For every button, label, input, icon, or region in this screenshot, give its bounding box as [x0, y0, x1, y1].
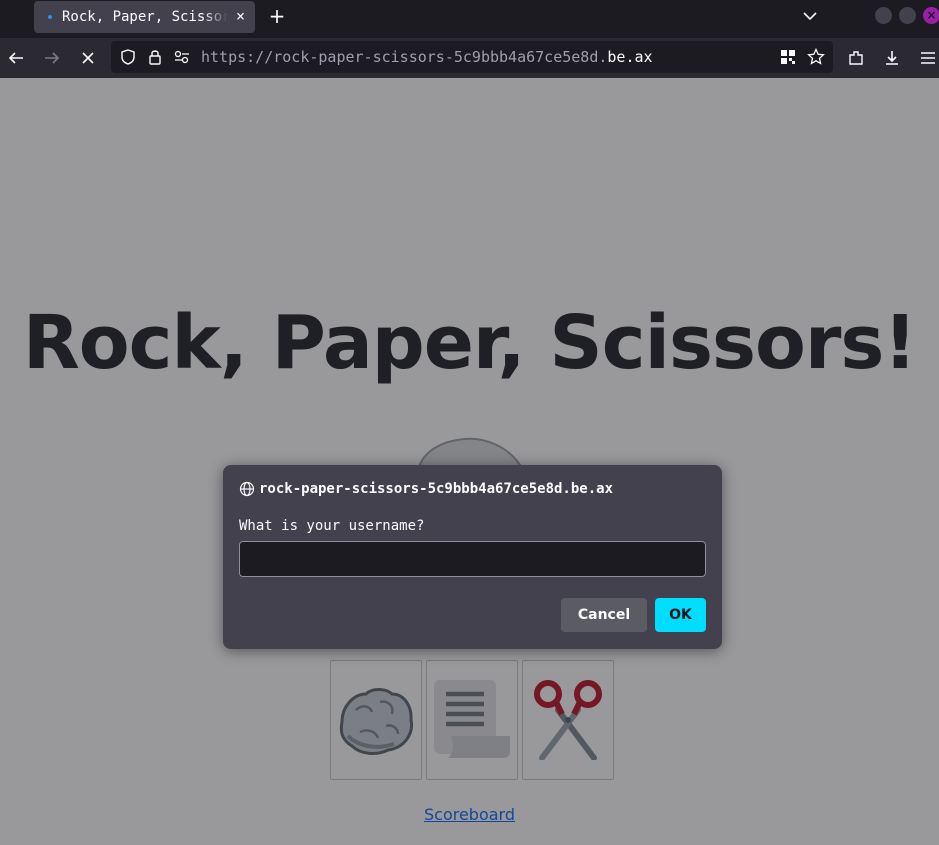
dialog-message: What is your username?: [239, 518, 425, 534]
ok-button[interactable]: OK: [655, 598, 706, 632]
permissions-icon[interactable]: [173, 49, 191, 65]
prompt-dialog: rock-paper-scissors-5c9bbb4a67ce5e8d.be.…: [223, 465, 722, 649]
download-icon: [886, 51, 898, 65]
downloads-button[interactable]: [882, 48, 902, 68]
username-input[interactable]: [239, 541, 706, 577]
stop-button[interactable]: [78, 48, 98, 68]
dialog-origin-text: rock-paper-scissors-5c9bbb4a67ce5e8d.be.…: [259, 481, 614, 497]
url-text[interactable]: https://rock-paper-scissors-5c9bbb4a67ce…: [201, 48, 653, 66]
list-all-tabs-button[interactable]: [800, 6, 820, 26]
navigation-bar: https://rock-paper-scissors-5c9bbb4a67ce…: [0, 38, 939, 78]
tab-strip: Rock, Paper, Scissors! × + ×: [0, 0, 939, 38]
chevron-down-icon: [803, 12, 817, 21]
arrow-right-icon: [45, 52, 60, 64]
lock-icon[interactable]: [147, 48, 163, 66]
modal-backdrop: [0, 78, 939, 845]
window-minimize-button[interactable]: [875, 7, 892, 24]
page-content: Rock, Paper, Scissors! Scoreboard: [0, 78, 939, 845]
tab-title: Rock, Paper, Scissors!: [62, 9, 228, 25]
dialog-origin: rock-paper-scissors-5c9bbb4a67ce5e8d.be.…: [239, 481, 613, 497]
close-icon: [82, 52, 94, 64]
cancel-button[interactable]: Cancel: [561, 598, 647, 632]
tab-close-icon[interactable]: ×: [236, 7, 245, 25]
loading-dot-icon: [48, 15, 52, 19]
shield-icon[interactable]: [119, 48, 137, 66]
hamburger-menu-icon: [921, 52, 935, 64]
globe-icon: [239, 481, 255, 497]
puzzle-icon: [849, 51, 863, 65]
new-tab-button[interactable]: +: [266, 4, 288, 28]
url-domain: be.ax: [607, 48, 653, 66]
back-button[interactable]: [6, 48, 26, 68]
extensions-button[interactable]: [846, 48, 866, 68]
app-menu-button[interactable]: [918, 48, 938, 68]
qr-code-icon[interactable]: [780, 49, 796, 65]
window-close-button[interactable]: ×: [923, 7, 939, 24]
tab-active[interactable]: Rock, Paper, Scissors! ×: [34, 1, 255, 33]
url-prefix: https://rock-paper-scissors-5c9bbb4a67ce…: [201, 48, 608, 66]
bookmark-star-icon[interactable]: [807, 48, 825, 66]
window-maximize-button[interactable]: [899, 7, 916, 24]
url-bar[interactable]: https://rock-paper-scissors-5c9bbb4a67ce…: [111, 41, 833, 73]
forward-button[interactable]: [42, 48, 62, 68]
arrow-left-icon: [8, 52, 23, 64]
